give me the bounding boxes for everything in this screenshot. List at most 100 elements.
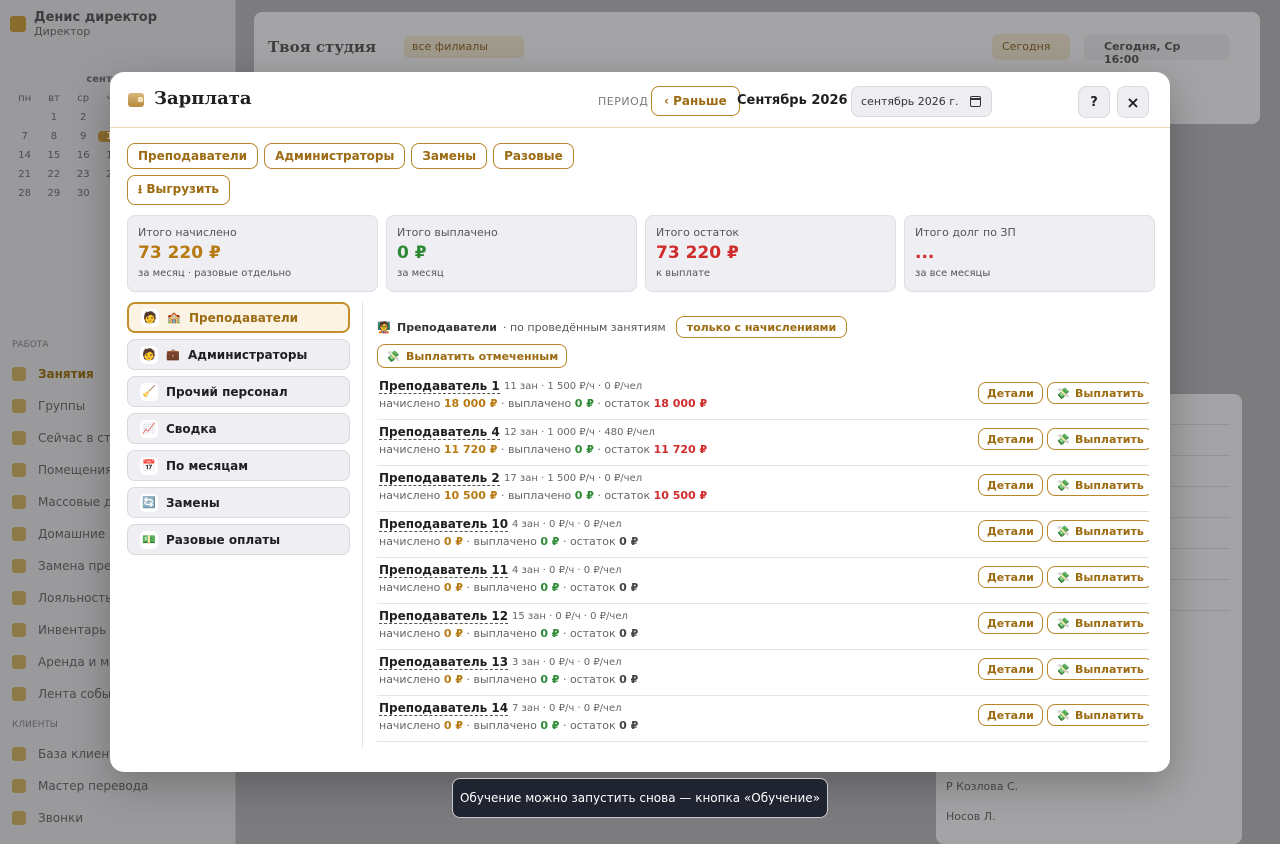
- teacher-totals: начислено 18 000 ₽ · выплачено 0 ₽ · ост…: [379, 397, 707, 410]
- details-button[interactable]: Детали: [978, 474, 1043, 496]
- paid-label: · выплачено: [463, 535, 541, 548]
- accrued-label: начислено: [379, 673, 444, 686]
- calendar-day: [10, 112, 39, 123]
- teachers-icon: 🧑‍🏫: [377, 320, 391, 334]
- teacher-name[interactable]: Преподаватель 10: [379, 517, 509, 532]
- pay-button[interactable]: 💸 Выплатить: [1047, 428, 1149, 450]
- teacher-meta: 11 зан · 1 500 ₽/ч · 0 ₽/чел: [504, 381, 643, 392]
- nav-item-label: Инвентарь: [38, 623, 107, 637]
- calendar-icon[interactable]: [970, 96, 981, 107]
- sidebar-item[interactable]: 🧑 💼 Администраторы: [127, 339, 350, 370]
- teacher-name[interactable]: Преподаватель 14: [379, 701, 509, 716]
- tab-Администраторы[interactable]: Администраторы: [264, 143, 406, 169]
- nav-item-icon: [12, 747, 26, 761]
- paid-label: · выплачено: [497, 443, 575, 456]
- calendar-day: 8: [50, 131, 58, 142]
- money-icon: 💸: [386, 349, 400, 363]
- teachers-panel: 🧑‍🏫 Преподаватели · по проведённым занят…: [377, 316, 1149, 748]
- pay-marked-button[interactable]: 💸 Выплатить отмеченным: [377, 344, 568, 368]
- sidebar-item[interactable]: 📅 По месяцам: [127, 450, 350, 481]
- teacher-meta: 4 зан · 0 ₽/ч · 0 ₽/чел: [512, 565, 622, 576]
- accrued-value: 11 720 ₽: [443, 443, 498, 456]
- sidebar-item[interactable]: 💵 Разовые оплаты: [127, 524, 350, 555]
- rest-value: 0 ₽: [619, 673, 639, 686]
- teacher-name[interactable]: Преподаватель 4: [379, 425, 500, 440]
- teacher-name[interactable]: Преподаватель 13: [379, 655, 509, 670]
- background-nav-item: Мастер перевода: [12, 770, 222, 802]
- background-user: Денис директор Директор: [10, 10, 157, 38]
- pay-button[interactable]: 💸 Выплатить: [1047, 474, 1149, 496]
- calendar-day: 21: [18, 169, 31, 180]
- teacher-totals: начислено 10 500 ₽ · выплачено 0 ₽ · ост…: [379, 489, 707, 502]
- pay-button[interactable]: 💸 Выплатить: [1047, 520, 1149, 542]
- details-button[interactable]: Детали: [978, 520, 1043, 542]
- teacher-name[interactable]: Преподаватель 2: [379, 471, 500, 486]
- panel-subtitle: · по проведённым занятиям: [503, 320, 666, 334]
- summary-card-label: Итого остаток: [656, 226, 740, 239]
- details-button[interactable]: Детали: [978, 382, 1043, 404]
- help-button[interactable]: ?: [1078, 86, 1110, 118]
- pay-button-label: Выплатить: [1075, 478, 1144, 492]
- rest-value: 0 ₽: [619, 627, 639, 640]
- sidebar-item[interactable]: 🧹 Прочий персонал: [127, 376, 350, 407]
- pay-button[interactable]: 💸 Выплатить: [1047, 382, 1149, 404]
- pay-button-label: Выплатить: [1075, 386, 1144, 400]
- details-button[interactable]: Детали: [978, 566, 1043, 588]
- previous-period-button[interactable]: ‹ Раньше: [651, 86, 740, 116]
- teacher-row: Преподаватель 4 12 зан · 1 000 ₽/ч · 480 …: [377, 420, 1149, 466]
- pay-button[interactable]: 💸 Выплатить: [1047, 704, 1149, 726]
- rest-label: · остаток: [593, 489, 654, 502]
- export-button[interactable]: ⭳ Выгрузить: [127, 175, 230, 205]
- tab-Преподаватели[interactable]: Преподаватели: [127, 143, 259, 169]
- accrued-value: 0 ₽: [443, 535, 463, 548]
- tab-Замены[interactable]: Замены: [411, 143, 488, 169]
- details-button[interactable]: Детали: [978, 658, 1043, 680]
- pay-button[interactable]: 💸 Выплатить: [1047, 566, 1149, 588]
- pay-button[interactable]: 💸 Выплатить: [1047, 658, 1149, 680]
- rest-label: · остаток: [559, 627, 620, 640]
- pay-button[interactable]: 💸 Выплатить: [1047, 612, 1149, 634]
- pay-button-label: Выплатить: [1075, 524, 1144, 538]
- rest-value: 10 500 ₽: [653, 489, 708, 502]
- teacher-name[interactable]: Преподаватель 1: [379, 379, 500, 394]
- sidebar-item[interactable]: 📈 Сводка: [127, 413, 350, 444]
- teacher-meta: 12 зан · 1 000 ₽/ч · 480 ₽/чел: [504, 427, 655, 438]
- calendar-weekday: ср: [77, 93, 90, 104]
- pay-button-label: Выплатить: [1075, 708, 1144, 722]
- teacher-meta: 3 зан · 0 ₽/ч · 0 ₽/чел: [512, 657, 622, 668]
- calendar-day: 22: [47, 169, 61, 180]
- details-button[interactable]: Детали: [978, 612, 1043, 634]
- close-button[interactable]: ×: [1117, 86, 1149, 118]
- paid-value: 0 ₽: [540, 535, 560, 548]
- summary-card-value: 73 220 ₽: [656, 243, 739, 263]
- panel-title: Преподаватели: [397, 320, 497, 334]
- paid-value: 0 ₽: [540, 719, 560, 732]
- toast-notification: Обучение можно запустить снова — кнопка …: [452, 778, 828, 818]
- pay-marked-label: Выплатить отмеченным: [406, 349, 559, 363]
- teacher-totals: начислено 11 720 ₽ · выплачено 0 ₽ · ост…: [379, 443, 707, 456]
- paid-label: · выплачено: [463, 673, 541, 686]
- nav-item-icon: [12, 687, 26, 701]
- only-accrued-filter[interactable]: только с начислениями: [675, 316, 848, 338]
- sidebar-item[interactable]: 🧑 🏫 Преподаватели: [127, 302, 350, 333]
- sidebar-item[interactable]: 🔄 Замены: [127, 487, 350, 518]
- teacher-name[interactable]: Преподаватель 12: [379, 609, 509, 624]
- sidebar-item-icon: 🧹: [140, 382, 158, 401]
- sidebar-item-icon: 💵: [140, 530, 158, 549]
- details-button[interactable]: Детали: [978, 704, 1043, 726]
- teacher-name[interactable]: Преподаватель 11: [379, 563, 509, 578]
- rest-value: 11 720 ₽: [653, 443, 708, 456]
- nav-item-label: Помещения: [38, 463, 113, 477]
- teacher-list: Преподаватель 1 11 зан · 1 500 ₽/ч · 0 ₽/…: [377, 374, 1149, 748]
- rest-label: · остаток: [559, 673, 620, 686]
- details-button[interactable]: Детали: [978, 428, 1043, 450]
- teacher-row: Преподаватель 1 11 зан · 1 500 ₽/ч · 0 ₽/…: [377, 374, 1149, 420]
- summary-card: Итого остаток 73 220 ₽ к выплате: [645, 215, 896, 292]
- nav-item-label: Мастер перевода: [38, 779, 149, 793]
- teacher-name[interactable]: Преподаватель 15: [379, 747, 508, 748]
- teacher-meta: 15 зан · 0 ₽/ч · 0 ₽/чел: [512, 611, 628, 622]
- tab-Разовые[interactable]: Разовые: [493, 143, 574, 169]
- sidebar-item-icon: 💼: [166, 348, 180, 361]
- month-picker-input[interactable]: сентябрь 2026 г.: [851, 86, 992, 117]
- sidebar-item-icon: 📅: [140, 456, 158, 475]
